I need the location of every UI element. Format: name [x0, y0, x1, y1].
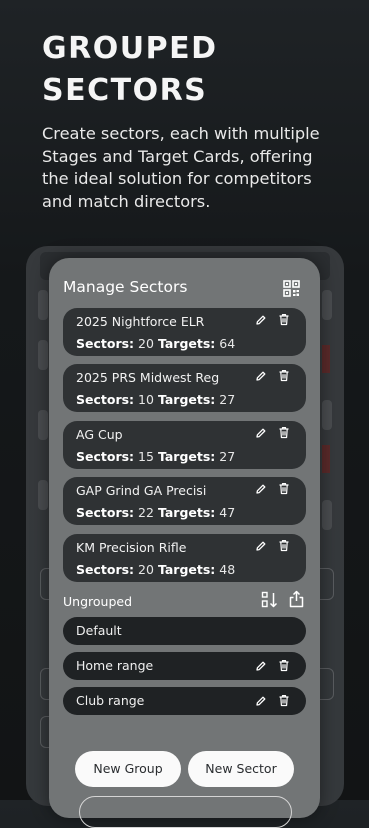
- trash-icon[interactable]: [278, 539, 290, 552]
- sectors-label: Sectors:: [76, 392, 135, 407]
- background-strip: [38, 410, 48, 440]
- group-stats: Sectors: 10 Targets: 27: [76, 392, 235, 407]
- pencil-edit-icon[interactable]: [255, 370, 267, 382]
- sector-name: Home range: [76, 658, 154, 673]
- group-stats: Sectors: 22 Targets: 47: [76, 505, 235, 520]
- bottom-outline-button[interactable]: [79, 796, 292, 828]
- ungrouped-heading: Ungrouped: [63, 594, 133, 609]
- background-strip: [322, 500, 332, 530]
- pencil-edit-icon[interactable]: [255, 314, 267, 326]
- targets-count: 27: [219, 449, 236, 464]
- sector-group-card[interactable]: GAP Grind GA Precisi Sectors: 22 Targets…: [63, 477, 306, 525]
- group-stats: Sectors: 20 Targets: 48: [76, 562, 235, 577]
- sector-group-card[interactable]: 2025 PRS Midwest Reg Sectors: 10 Targets…: [63, 364, 306, 412]
- new-group-button[interactable]: New Group: [75, 751, 181, 787]
- background-strip: [38, 340, 48, 370]
- background-strip: [322, 445, 330, 473]
- background-strip: [322, 400, 332, 430]
- background-strip: [38, 480, 48, 510]
- sectors-count: 22: [138, 505, 154, 520]
- sectors-label: Sectors:: [76, 505, 135, 520]
- pencil-edit-icon[interactable]: [255, 483, 267, 495]
- targets-label: Targets:: [157, 449, 216, 464]
- targets-label: Targets:: [157, 505, 216, 520]
- sectors-count: 20: [138, 336, 154, 351]
- group-name: AG Cup: [76, 427, 123, 442]
- sector-name: Club range: [76, 693, 145, 708]
- group-name: KM Precision Rifle: [76, 540, 187, 555]
- sectors-count: 10: [138, 392, 154, 407]
- targets-count: 47: [219, 505, 236, 520]
- group-name: 2025 PRS Midwest Reg: [76, 370, 220, 385]
- trash-icon[interactable]: [278, 313, 290, 326]
- sector-group-card[interactable]: AG Cup Sectors: 15 Targets: 27: [63, 421, 306, 469]
- sector-group-card[interactable]: KM Precision Rifle Sectors: 20 Targets: …: [63, 534, 306, 582]
- background-strip: [322, 345, 330, 373]
- group-name: GAP Grind GA Precisi: [76, 483, 207, 498]
- new-sector-button[interactable]: New Sector: [188, 751, 294, 787]
- qr-code-icon[interactable]: [283, 280, 300, 297]
- trash-icon[interactable]: [278, 482, 290, 495]
- trash-icon[interactable]: [278, 659, 290, 672]
- ungrouped-sector-item[interactable]: Home range: [63, 652, 306, 680]
- background-strip: [322, 290, 332, 320]
- targets-label: Targets:: [157, 336, 216, 351]
- pencil-edit-icon[interactable]: [255, 427, 267, 439]
- pencil-edit-icon[interactable]: [255, 540, 267, 552]
- trash-icon[interactable]: [278, 369, 290, 382]
- ungrouped-sector-item[interactable]: Default: [63, 617, 306, 645]
- headline-line-1: GROUPED: [42, 31, 218, 66]
- sector-name: Default: [76, 623, 122, 638]
- pencil-edit-icon[interactable]: [255, 660, 267, 672]
- trash-icon[interactable]: [278, 426, 290, 439]
- sectors-label: Sectors:: [76, 449, 135, 464]
- targets-count: 27: [219, 392, 236, 407]
- targets-count: 64: [219, 336, 236, 351]
- sectors-label: Sectors:: [76, 336, 135, 351]
- targets-label: Targets:: [157, 562, 216, 577]
- subtitle: Create sectors, each with multiple Stage…: [42, 124, 320, 211]
- headline-line-2: SECTORS: [42, 73, 208, 108]
- ungrouped-sector-item[interactable]: Club range: [63, 687, 306, 715]
- targets-label: Targets:: [157, 392, 216, 407]
- group-stats: Sectors: 15 Targets: 27: [76, 449, 235, 464]
- background-strip: [38, 290, 48, 320]
- headline: GROUPED SECTORS: [42, 28, 342, 112]
- sector-group-card[interactable]: 2025 Nightforce ELR Sectors: 20 Targets:…: [63, 308, 306, 356]
- pencil-edit-icon[interactable]: [255, 695, 267, 707]
- group-stats: Sectors: 20 Targets: 64: [76, 336, 235, 351]
- sectors-label: Sectors:: [76, 562, 135, 577]
- sectors-count: 20: [138, 562, 154, 577]
- manage-sectors-panel: Manage Sectors 2025 Nightforce ELR Secto…: [49, 258, 320, 828]
- trash-icon[interactable]: [278, 694, 290, 707]
- panel-title: Manage Sectors: [63, 278, 188, 296]
- share-icon[interactable]: [289, 590, 304, 608]
- targets-count: 48: [219, 562, 236, 577]
- sort-icon[interactable]: [261, 591, 279, 609]
- group-name: 2025 Nightforce ELR: [76, 314, 205, 329]
- sectors-count: 15: [138, 449, 154, 464]
